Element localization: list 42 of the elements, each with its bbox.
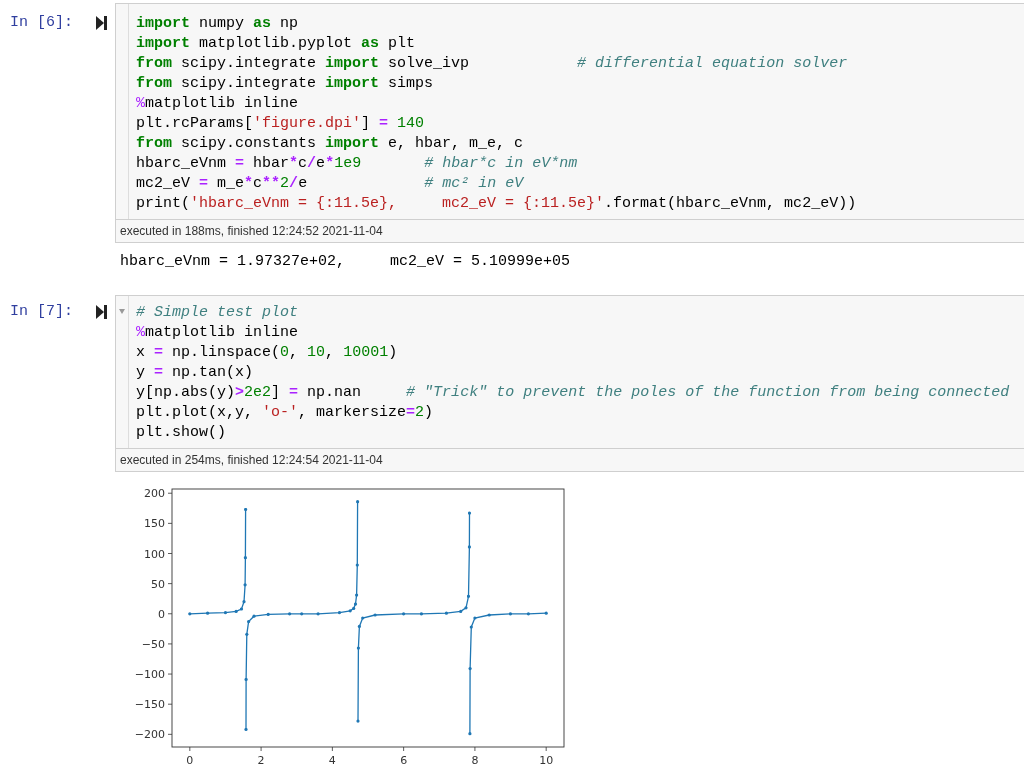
code-line: # Simple test plot <box>136 303 300 323</box>
code-line: x = np.linspace(0, 10, 10001) <box>136 343 399 363</box>
code-line: y[np.abs(y)>2e2] = np.nan # "Trick" to prevent the poles of the function from being connected <box>136 383 1010 403</box>
cell-prompt: In [7]: <box>10 302 73 322</box>
code-line: print('hbarc_eVnm = {:11.5e}, mc2_eV = {:11.5e}'.format(hbarc_eVnm, mc2_eV)) <box>136 194 857 214</box>
code-line: plt.rcParams['figure.dpi'] = 140 <box>136 114 426 134</box>
tick-label: 50 <box>151 577 165 591</box>
output-text: hbarc_eVnm = 1.97327e+02, mc2_eV = 5.10999e+05 <box>119 252 572 272</box>
tick-label: −150 <box>134 698 165 712</box>
code-line: plt.plot(x,y, 'o-', markersize=2) <box>136 403 435 423</box>
code-line: from scipy.integrate import simps <box>136 74 435 94</box>
tick-label: 0 <box>158 607 165 621</box>
code-line: y = np.tan(x) <box>136 363 255 383</box>
tick-label: 10 <box>539 754 554 767</box>
code-line: mc2_eV = m_e*c**2/e # mc² in eV <box>136 174 525 194</box>
cell-prompt: In [6]: <box>10 13 73 33</box>
code-line: import matplotlib.pyplot as plt <box>136 34 417 54</box>
tick-label: 0 <box>186 754 194 767</box>
code-cell[interactable] <box>115 295 1024 472</box>
code-line: %matplotlib inline <box>136 323 300 343</box>
code-line: from scipy.integrate import solve_ivp # differential equation solver <box>136 54 849 74</box>
tick-label: 8 <box>471 754 479 767</box>
tick-label: 100 <box>144 547 165 561</box>
tick-label: 6 <box>400 754 408 767</box>
fold-caret-icon[interactable] <box>119 309 125 314</box>
tick-label: 4 <box>328 754 336 767</box>
code-line: plt.show() <box>136 423 227 443</box>
execution-info: executed in 254ms, finished 12:24:54 2021-11-04 <box>120 453 383 467</box>
run-cell-icon[interactable] <box>96 16 107 30</box>
execution-info: executed in 188ms, finished 12:24:52 2021-11-04 <box>120 224 383 238</box>
code-line: import numpy as np <box>136 14 300 34</box>
code-cell[interactable] <box>115 3 1024 243</box>
tick-label: 150 <box>144 517 165 531</box>
code-line: from scipy.constants import e, hbar, m_e, c <box>136 134 525 154</box>
code-line: hbarc_eVnm = hbar*c/e*1e9 # hbar*c in eV*nm <box>136 154 579 174</box>
tick-label: −100 <box>134 668 165 682</box>
code-line: %matplotlib inline <box>136 94 300 114</box>
tick-label: −200 <box>134 728 165 742</box>
tick-label: 2 <box>257 754 265 767</box>
tick-label: −50 <box>141 637 165 651</box>
tick-label: 200 <box>144 487 165 501</box>
run-cell-icon[interactable] <box>96 305 107 319</box>
